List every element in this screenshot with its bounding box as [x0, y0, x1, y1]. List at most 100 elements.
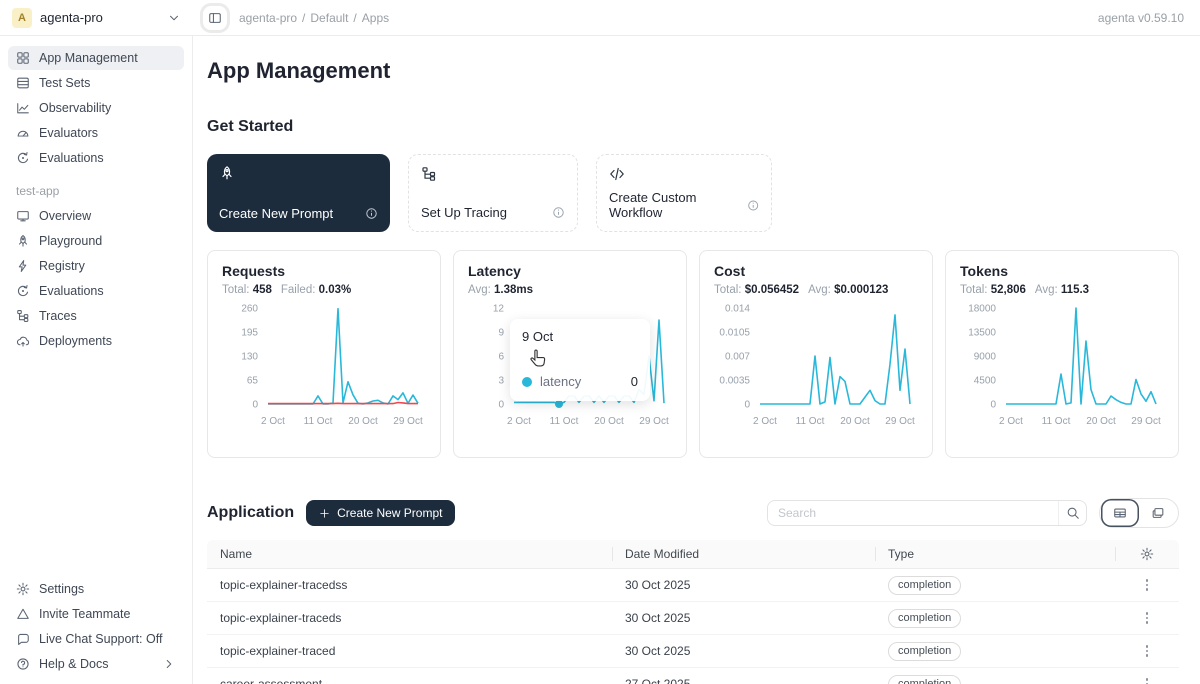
page-title: App Management	[207, 58, 1179, 84]
sidebar-item-traces[interactable]: Traces	[8, 304, 184, 328]
info-icon[interactable]	[747, 199, 759, 212]
create-new-prompt-button[interactable]: Create New Prompt	[306, 500, 455, 526]
view-toggle	[1099, 498, 1179, 528]
column-header-name[interactable]: Name	[207, 540, 612, 568]
workspace-selector[interactable]: A agenta-pro	[0, 8, 193, 28]
table-header: Name Date Modified Type	[207, 540, 1179, 569]
sidebar-item-playground[interactable]: Playground	[8, 229, 184, 253]
info-icon[interactable]	[552, 206, 565, 219]
set-up-tracing-card[interactable]: Set Up Tracing	[408, 154, 578, 232]
table-row[interactable]: topic-explainer-tracedss 30 Oct 2025 com…	[207, 569, 1179, 602]
breadcrumb-project[interactable]: Default	[310, 11, 348, 25]
table-row[interactable]: career-assessment 27 Oct 2025 completion	[207, 668, 1179, 684]
svg-text:65: 65	[247, 376, 259, 387]
get-started-heading: Get Started	[207, 118, 1179, 136]
requests-chart[interactable]: 0651301952602 Oct11 Oct20 Oct29 Oct	[222, 300, 426, 439]
gauge-icon	[16, 126, 30, 140]
more-actions-button[interactable]	[1142, 608, 1153, 628]
column-header-type[interactable]: Type	[875, 540, 1115, 568]
card-label: Create Custom Workflow	[609, 190, 747, 220]
chart-stats: Avg: 1.38ms	[468, 284, 672, 296]
workspace-avatar: A	[12, 8, 32, 28]
sidebar-item-invite-teammate[interactable]: Invite Teammate	[8, 602, 184, 626]
info-icon[interactable]	[365, 207, 378, 220]
lightning-icon	[16, 259, 30, 273]
sidebar-item-deployments[interactable]: Deployments	[8, 329, 184, 353]
column-settings[interactable]	[1115, 540, 1179, 568]
table-view-button[interactable]	[1101, 499, 1139, 527]
row-actions	[1115, 608, 1179, 628]
cost-chart-card: Cost Total: $0.056452Avg: $0.000123 00.0…	[699, 250, 933, 458]
create-custom-workflow-card[interactable]: Create Custom Workflow	[596, 154, 772, 232]
table-row[interactable]: topic-explainer-traced 30 Oct 2025 compl…	[207, 635, 1179, 668]
metrics-row: Requests Total: 458Failed: 0.03% 0651301…	[207, 250, 1179, 458]
get-started-cards: Create New Prompt Set Up Tracing Create …	[207, 154, 1179, 232]
more-actions-button[interactable]	[1142, 674, 1153, 684]
sidebar-item-evaluators[interactable]: Evaluators	[8, 121, 184, 145]
sidebar-item-app-evaluations[interactable]: Evaluations	[8, 279, 184, 303]
type-badge: completion	[888, 642, 961, 661]
svg-text:13500: 13500	[968, 328, 996, 339]
tokens-chart-card: Tokens Total: 52,806Avg: 115.3 045009000…	[945, 250, 1179, 458]
chart-title: Latency	[468, 263, 672, 279]
app-date: 30 Oct 2025	[612, 611, 875, 625]
main-content: App Management Get Started Create New Pr…	[193, 36, 1200, 684]
type-badge: completion	[888, 675, 961, 684]
chat-bubble-icon	[16, 632, 30, 646]
sidebar-app-section-label: test-app	[16, 184, 176, 198]
app-date: 27 Oct 2025	[612, 677, 875, 684]
gear-icon	[1140, 547, 1154, 561]
code-icon	[609, 166, 625, 182]
breadcrumb-workspace[interactable]: agenta-pro	[239, 11, 297, 25]
breadcrumb-page[interactable]: Apps	[362, 11, 389, 25]
type-badge: completion	[888, 609, 961, 628]
svg-text:9000: 9000	[974, 352, 997, 363]
workspace-name: agenta-pro	[40, 10, 159, 25]
svg-text:0: 0	[498, 400, 504, 411]
svg-text:3: 3	[498, 376, 504, 387]
requests-chart-card: Requests Total: 458Failed: 0.03% 0651301…	[207, 250, 441, 458]
sidebar-item-observability[interactable]: Observability	[8, 96, 184, 120]
table-row[interactable]: topic-explainer-traceds 30 Oct 2025 comp…	[207, 602, 1179, 635]
sidebar-item-registry[interactable]: Registry	[8, 254, 184, 278]
column-header-date-modified[interactable]: Date Modified	[612, 540, 875, 568]
sidebar-item-evaluations[interactable]: Evaluations	[8, 146, 184, 170]
sidebar-toggle-button[interactable]	[203, 6, 227, 30]
svg-text:29 Oct: 29 Oct	[885, 416, 915, 427]
app-date: 30 Oct 2025	[612, 644, 875, 658]
app-type: completion	[875, 642, 1115, 661]
question-circle-icon	[16, 657, 30, 671]
search-box	[767, 500, 1087, 526]
gear-icon	[16, 582, 30, 596]
svg-text:260: 260	[241, 304, 258, 315]
more-actions-button[interactable]	[1142, 641, 1153, 661]
refresh-dot-icon	[16, 284, 30, 298]
search-button[interactable]	[1058, 501, 1086, 525]
svg-text:9: 9	[498, 328, 504, 339]
svg-text:11 Oct: 11 Oct	[1042, 416, 1071, 427]
create-new-prompt-card[interactable]: Create New Prompt	[207, 154, 390, 232]
sidebar-item-help-docs[interactable]: Help & Docs	[8, 652, 184, 676]
sidebar-item-app-management[interactable]: App Management	[8, 46, 184, 70]
monitor-icon	[16, 209, 30, 223]
chart-title: Cost	[714, 263, 918, 279]
app-name: topic-explainer-traced	[207, 644, 612, 658]
more-actions-button[interactable]	[1142, 575, 1153, 595]
sidebar-item-overview[interactable]: Overview	[8, 204, 184, 228]
card-view-button[interactable]	[1139, 499, 1177, 527]
card-label: Create New Prompt	[219, 206, 333, 221]
plus-icon	[319, 508, 330, 519]
search-input[interactable]	[768, 506, 1058, 520]
sidebar-item-test-sets[interactable]: Test Sets	[8, 71, 184, 95]
sidebar-item-settings[interactable]: Settings	[8, 577, 184, 601]
svg-text:11 Oct: 11 Oct	[796, 416, 825, 427]
tokens-chart[interactable]: 04500900013500180002 Oct11 Oct20 Oct29 O…	[960, 300, 1164, 439]
chart-stats: Total: $0.056452Avg: $0.000123	[714, 284, 918, 296]
svg-text:18000: 18000	[968, 304, 996, 315]
type-badge: completion	[888, 576, 961, 595]
cost-chart[interactable]: 00.00350.0070.01050.0142 Oct11 Oct20 Oct…	[714, 300, 918, 439]
tree-structure-icon	[16, 309, 30, 323]
svg-text:195: 195	[241, 328, 258, 339]
sidebar-item-live-chat[interactable]: Live Chat Support: Off	[8, 627, 184, 651]
svg-text:2 Oct: 2 Oct	[999, 416, 1023, 427]
